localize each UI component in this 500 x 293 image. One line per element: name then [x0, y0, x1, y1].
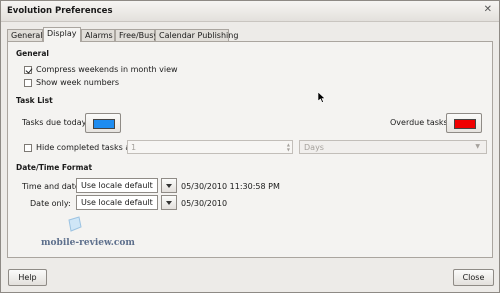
tab-alarms[interactable]: Alarms	[81, 29, 115, 41]
show-week-numbers-row[interactable]: Show week numbers	[24, 78, 119, 87]
time-and-date-format-entry[interactable]: Use locale default	[76, 178, 158, 193]
time-and-date-format-value: Use locale default	[81, 181, 153, 190]
hide-after-value: 1	[131, 143, 137, 152]
date-only-dropdown-button[interactable]	[161, 195, 177, 210]
hide-after-unit-value: Days	[304, 143, 324, 152]
mouse-pointer-icon	[318, 92, 326, 103]
tab-general[interactable]: General	[7, 29, 43, 41]
date-only-sample: 05/30/2010	[181, 199, 228, 208]
tab-free-busy[interactable]: Free/Busy	[115, 29, 158, 41]
spinner-arrows-icon[interactable]: ▲ ▼	[287, 142, 290, 152]
date-only-format-value: Use locale default	[81, 198, 153, 207]
tasks-due-today-color-button[interactable]	[85, 113, 121, 133]
window-title: Evolution Preferences	[7, 6, 113, 16]
help-button[interactable]: Help	[8, 269, 47, 286]
tab-calendar-publishing[interactable]: Calendar Publishing	[155, 29, 238, 41]
watermark-logo-icon	[68, 216, 82, 232]
preferences-window: Evolution Preferences ✕ General Display …	[0, 0, 500, 293]
general-heading: General	[16, 49, 49, 58]
chevron-down-icon: ▼	[475, 143, 480, 150]
hide-after-unit-select[interactable]: Days ▼	[299, 140, 487, 154]
watermark-text: mobile-review.com	[41, 238, 135, 248]
datetime-heading: Date/Time Format	[16, 163, 93, 172]
tab-display[interactable]: Display	[43, 27, 81, 42]
overdue-swatch	[454, 119, 476, 129]
time-and-date-label: Time and date:	[22, 182, 83, 191]
tasks-due-today-label: Tasks due today:	[22, 118, 89, 127]
time-and-date-dropdown-button[interactable]	[161, 178, 177, 193]
show-week-numbers-checkbox[interactable]	[24, 78, 32, 87]
overdue-tasks-color-button[interactable]	[446, 113, 482, 133]
task-list-heading: Task List	[16, 96, 53, 105]
show-week-numbers-label: Show week numbers	[36, 78, 120, 87]
compress-weekends-label: Compress weekends in month view	[36, 65, 178, 74]
compress-weekends-row[interactable]: Compress weekends in month view	[24, 65, 178, 74]
overdue-tasks-label: Overdue tasks:	[390, 118, 451, 127]
due-today-swatch	[93, 119, 115, 129]
compress-weekends-checkbox[interactable]	[24, 65, 32, 74]
hide-after-spinner[interactable]: 1 ▲ ▼	[127, 140, 293, 154]
date-only-format-entry[interactable]: Use locale default	[76, 195, 158, 210]
date-only-label: Date only:	[30, 199, 71, 208]
hide-completed-checkbox[interactable]	[24, 143, 32, 152]
close-window-icon[interactable]: ✕	[484, 5, 492, 15]
close-button[interactable]: Close	[453, 269, 494, 286]
title-bar: Evolution Preferences ✕	[1, 1, 499, 22]
time-and-date-sample: 05/30/2010 11:30:58 PM	[181, 182, 280, 191]
